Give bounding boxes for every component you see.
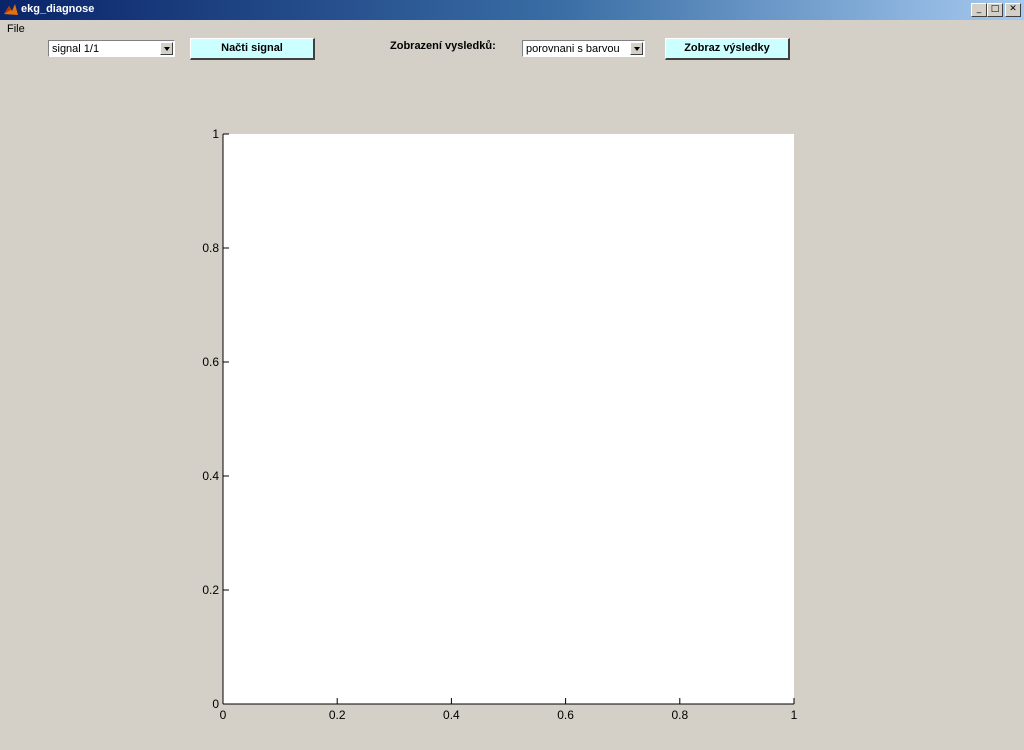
x-tick-label: 0.6 [557, 708, 574, 722]
y-tick-label: 0.4 [202, 469, 219, 483]
results-select-value: porovnani s barvou [526, 43, 620, 55]
results-select[interactable]: porovnani s barvou [522, 40, 645, 57]
close-button[interactable]: ✕ [1005, 3, 1021, 17]
y-tick-label: 0.2 [202, 583, 219, 597]
y-tick-label: 1 [212, 127, 219, 141]
y-tick-label: 0.8 [202, 241, 219, 255]
chevron-down-icon[interactable] [160, 42, 173, 55]
plot-axes[interactable]: 0 0.2 0.4 0.6 0.8 1 0 0.2 0.4 0.6 0.8 1 [190, 120, 810, 730]
menu-file[interactable]: File [7, 23, 25, 35]
results-display-label: Zobrazení vysledků: [390, 40, 496, 52]
show-results-button[interactable]: Zobraz výsledky [665, 38, 790, 60]
maximize-button[interactable]: □ [987, 3, 1003, 17]
y-tick-label: 0 [212, 697, 219, 711]
x-tick-label: 1 [791, 708, 798, 722]
x-tick-label: 0 [220, 708, 227, 722]
matlab-icon [4, 4, 18, 15]
window-title: ekg_diagnose [21, 3, 95, 15]
x-tick-label: 0.2 [329, 708, 346, 722]
x-tick-label: 0.4 [443, 708, 460, 722]
load-signal-button[interactable]: Načti signal [190, 38, 315, 60]
y-tick-label: 0.6 [202, 355, 219, 369]
x-tick-label: 0.8 [671, 708, 688, 722]
menu-bar: File [0, 20, 1024, 38]
signal-select-value: signal 1/1 [52, 43, 100, 55]
title-bar[interactable]: ekg_diagnose _ □ ✕ [0, 0, 1024, 20]
minimize-button[interactable]: _ [971, 3, 987, 17]
plot-area [223, 134, 794, 704]
chevron-down-icon[interactable] [630, 42, 643, 55]
signal-select[interactable]: signal 1/1 [48, 40, 175, 57]
